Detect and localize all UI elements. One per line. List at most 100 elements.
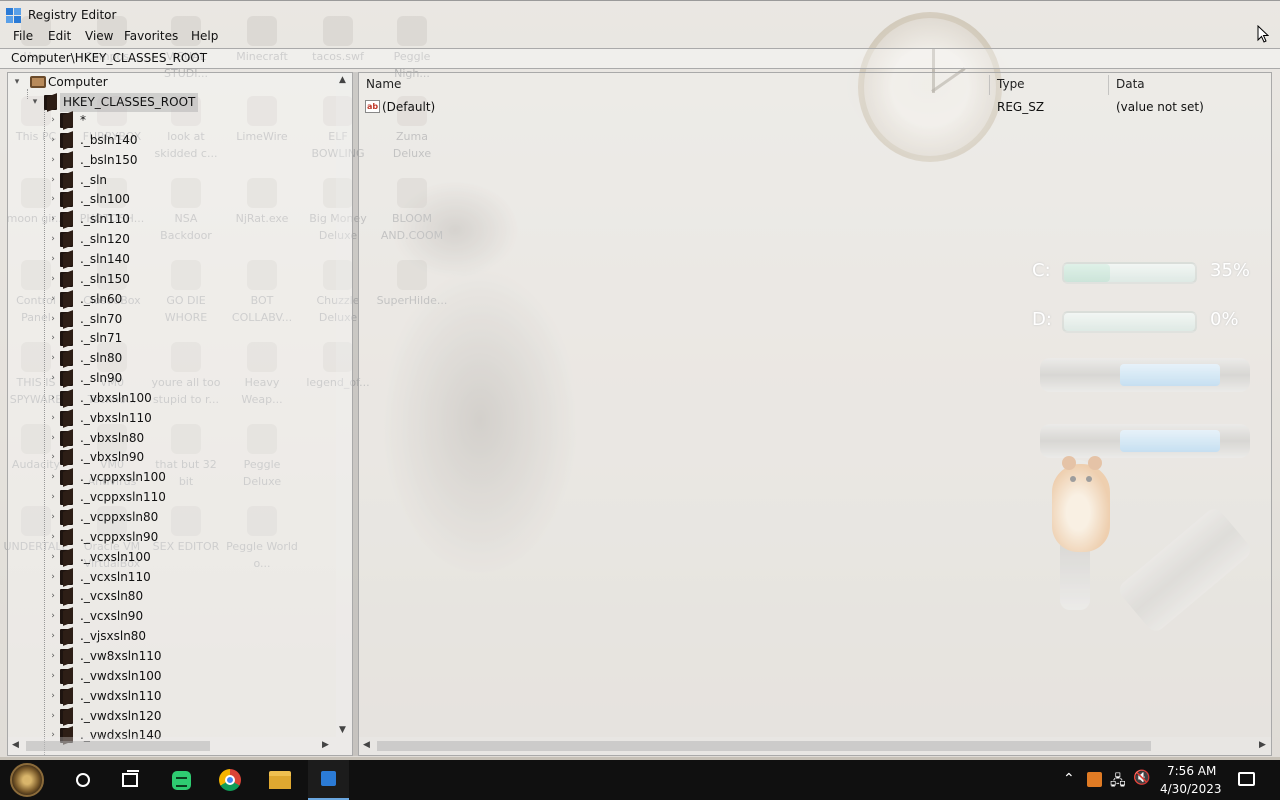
notification-icon[interactable] — [1238, 772, 1255, 786]
expand-icon[interactable]: › — [48, 294, 58, 304]
taskbar: ⌃ 🖧 🔇 7:56 AM 4/30/2023 — [0, 760, 1280, 800]
scroll-left-icon[interactable]: ◀ — [363, 740, 370, 750]
tree-vertical-scrollbar[interactable]: ▲ ▼ — [336, 73, 352, 737]
values-list-pane[interactable]: Name Type Data ab (Default) REG_SZ (valu… — [358, 72, 1272, 756]
folder-icon — [60, 232, 73, 248]
expand-icon[interactable]: › — [48, 234, 58, 244]
folder-icon — [60, 371, 73, 387]
tree-label-subkey: ._vcxsln100 — [80, 549, 151, 564]
tree-label-subkey: ._sln90 — [80, 371, 123, 386]
tree-label-subkey: * — [80, 113, 86, 127]
collapse-icon[interactable]: ▾ — [12, 77, 22, 87]
tree-label-subkey: ._vcxsln110 — [80, 569, 151, 584]
folder-icon — [60, 549, 73, 565]
tree-label-subkey: ._vcppxsln100 — [80, 470, 166, 485]
column-header-name[interactable]: Name — [366, 77, 401, 91]
tree-label-subkey: ._vbxsln100 — [80, 390, 152, 405]
tree-label-subkey: ._vw8xsln110 — [80, 648, 162, 663]
column-separator[interactable] — [1108, 75, 1109, 95]
expand-icon[interactable]: › — [48, 115, 58, 125]
list-horizontal-scrollbar[interactable]: ◀ ▶ — [359, 737, 1271, 755]
value-type: REG_SZ — [997, 100, 1045, 114]
menu-favorites[interactable]: Favorites — [122, 29, 180, 43]
folder-icon — [60, 271, 73, 287]
address-path[interactable]: Computer\HKEY_CLASSES_ROOT — [11, 51, 207, 65]
start-orb-icon[interactable] — [10, 763, 44, 797]
expand-icon[interactable]: › — [48, 711, 58, 721]
expand-icon[interactable]: › — [48, 333, 58, 343]
expand-icon[interactable]: › — [48, 671, 58, 681]
registry-editor-taskbar-button[interactable] — [308, 760, 349, 800]
file-explorer-icon[interactable] — [269, 771, 291, 789]
expand-icon[interactable]: › — [48, 452, 58, 462]
value-data: (value not set) — [1116, 100, 1204, 114]
scroll-down-icon[interactable]: ▼ — [339, 725, 346, 735]
expand-icon[interactable]: › — [48, 572, 58, 582]
folder-icon — [60, 629, 73, 645]
expand-icon[interactable]: › — [48, 472, 58, 482]
expand-icon[interactable]: › — [48, 274, 58, 284]
clock-time[interactable]: 7:56 AM — [1167, 764, 1216, 778]
list-scroll-thumb[interactable] — [377, 741, 1151, 751]
expand-icon[interactable]: › — [48, 314, 58, 324]
expand-icon[interactable]: › — [48, 373, 58, 383]
expand-icon[interactable]: › — [48, 512, 58, 522]
scroll-left-icon[interactable]: ◀ — [12, 740, 19, 750]
scroll-right-icon[interactable]: ▶ — [322, 740, 329, 750]
expand-icon[interactable]: › — [48, 591, 58, 601]
tray-app-icon[interactable] — [1087, 772, 1102, 787]
expand-icon[interactable]: › — [48, 532, 58, 542]
address-bar[interactable]: Computer\HKEY_CLASSES_ROOT — [0, 48, 1280, 69]
value-row-default[interactable]: ab (Default) REG_SZ (value not set) — [359, 97, 1271, 117]
column-header-type[interactable]: Type — [997, 77, 1025, 91]
chevron-up-icon[interactable]: ⌃ — [1063, 771, 1075, 787]
column-header-data[interactable]: Data — [1116, 77, 1145, 91]
scroll-right-icon[interactable]: ▶ — [1259, 740, 1266, 750]
scroll-up-icon[interactable]: ▲ — [339, 75, 346, 85]
speaker-muted-icon[interactable]: 🔇 — [1133, 770, 1150, 786]
clock-date[interactable]: 4/30/2023 — [1160, 782, 1222, 796]
tree-scroll-thumb[interactable] — [26, 741, 210, 751]
menu-edit[interactable]: Edit — [46, 29, 73, 43]
tree-horizontal-scrollbar[interactable]: ◀ ▶ — [8, 737, 352, 755]
expand-icon[interactable]: › — [48, 214, 58, 224]
menu-file[interactable]: File — [11, 29, 35, 43]
tree-label-subkey: ._sln71 — [80, 331, 123, 346]
expand-icon[interactable]: › — [48, 552, 58, 562]
key-tree-pane[interactable]: ▾ Computer ▾ HKEY_CLASSES_ROOT › * › ._bsln… — [7, 72, 353, 756]
collapse-icon[interactable]: ▾ — [30, 97, 40, 107]
expand-icon[interactable]: › — [48, 155, 58, 165]
search-icon[interactable] — [76, 773, 90, 787]
expand-icon[interactable]: › — [48, 353, 58, 363]
computer-icon — [30, 76, 46, 88]
window-title: Registry Editor — [28, 8, 117, 22]
task-view-icon[interactable] — [122, 770, 139, 787]
column-separator[interactable] — [989, 75, 990, 95]
value-name: (Default) — [382, 100, 436, 114]
folder-icon — [60, 172, 73, 188]
expand-icon[interactable]: › — [48, 433, 58, 443]
menu-help[interactable]: Help — [189, 29, 220, 43]
expand-icon[interactable]: › — [48, 254, 58, 264]
expand-icon[interactable]: › — [48, 175, 58, 185]
folder-icon — [60, 311, 73, 327]
menu-view[interactable]: View — [83, 29, 115, 43]
registry-editor-icon — [321, 771, 336, 786]
expand-icon[interactable]: › — [48, 413, 58, 423]
expand-icon[interactable]: › — [48, 611, 58, 621]
network-icon[interactable]: 🖧 — [1110, 770, 1126, 794]
folder-icon — [60, 450, 73, 466]
expand-icon[interactable]: › — [48, 135, 58, 145]
title-bar[interactable]: Registry Editor — [0, 1, 1280, 29]
expand-icon[interactable]: › — [48, 492, 58, 502]
expand-icon[interactable]: › — [48, 691, 58, 701]
folder-icon — [60, 490, 73, 506]
chrome-icon[interactable] — [219, 769, 241, 791]
expand-icon[interactable]: › — [48, 393, 58, 403]
folder-icon — [60, 113, 73, 128]
expand-icon[interactable]: › — [48, 194, 58, 204]
expand-icon[interactable]: › — [48, 651, 58, 661]
green-app-icon[interactable] — [172, 771, 191, 790]
expand-icon[interactable]: › — [48, 631, 58, 641]
folder-icon — [60, 529, 73, 545]
